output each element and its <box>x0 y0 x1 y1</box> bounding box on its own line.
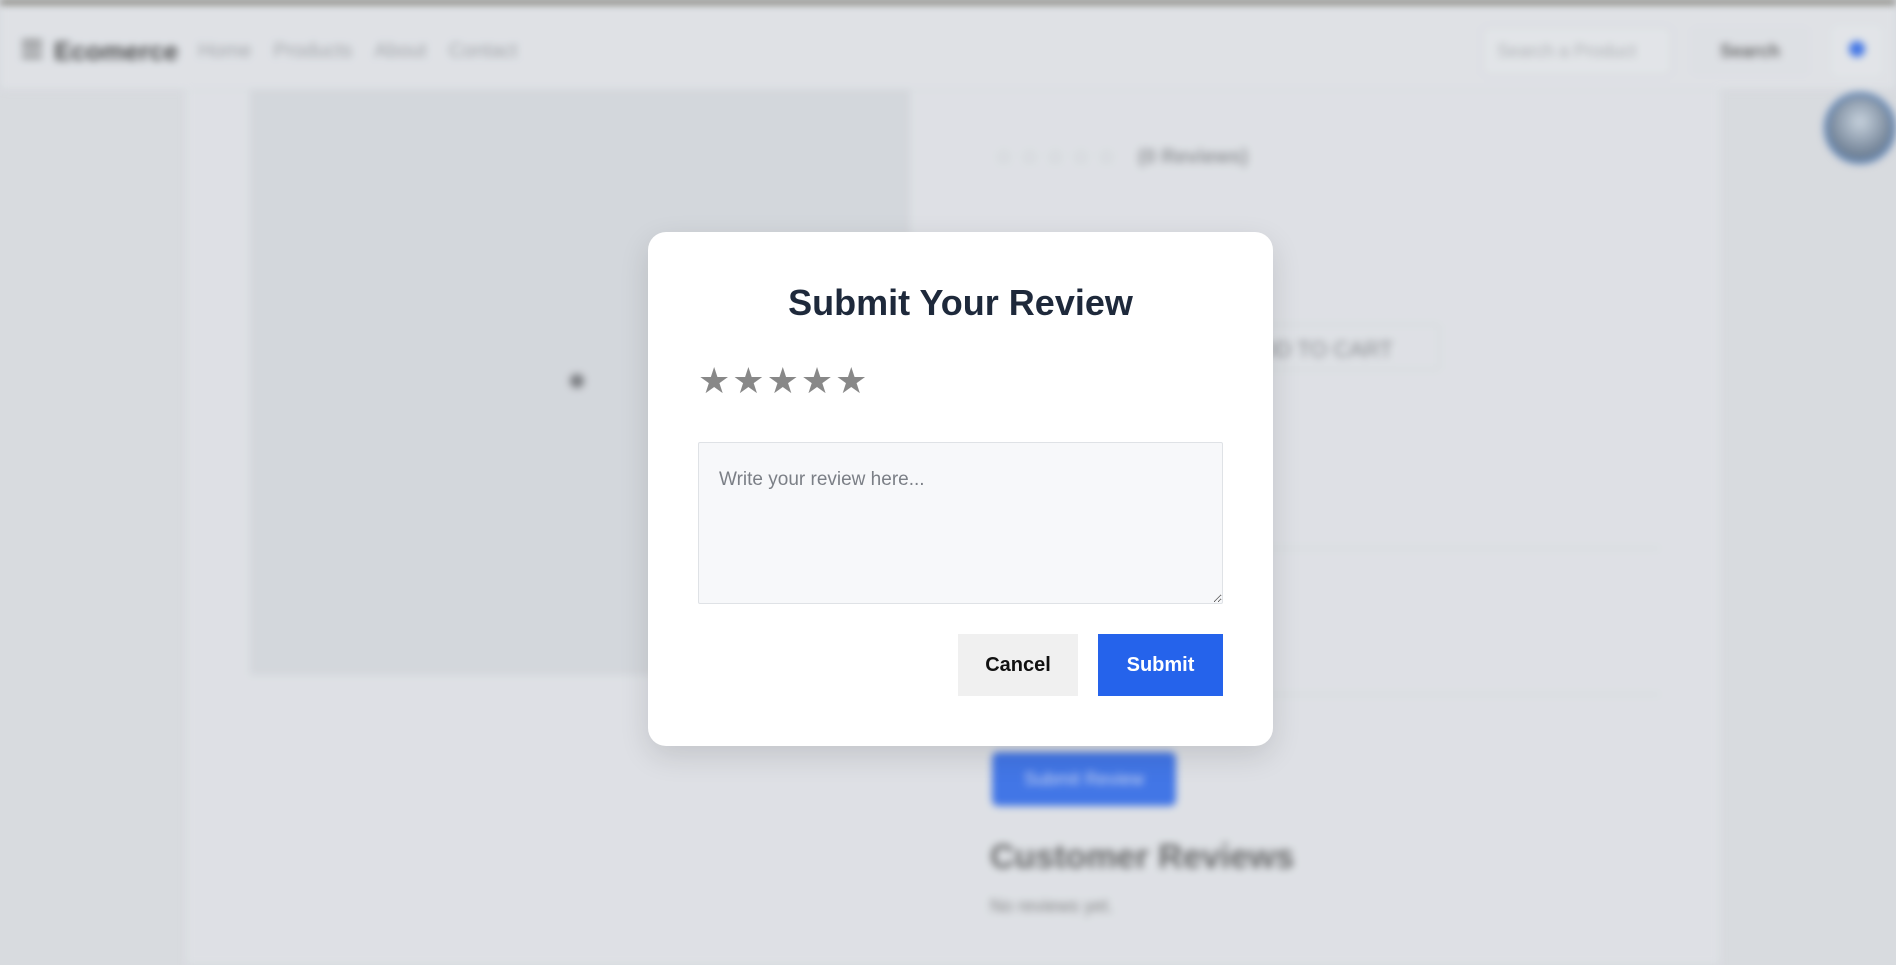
star-icon[interactable]: ★ <box>835 364 867 400</box>
review-textarea[interactable] <box>698 442 1223 604</box>
review-modal: Submit Your Review ★ ★ ★ ★ ★ Cancel Subm… <box>648 232 1273 746</box>
rating-input: ★ ★ ★ ★ ★ <box>698 364 867 400</box>
star-icon[interactable]: ★ <box>698 364 730 400</box>
cancel-button[interactable]: Cancel <box>958 634 1078 696</box>
submit-button[interactable]: Submit <box>1098 634 1223 696</box>
star-icon[interactable]: ★ <box>767 364 799 400</box>
star-icon[interactable]: ★ <box>801 364 833 400</box>
star-icon[interactable]: ★ <box>732 364 764 400</box>
modal-title: Submit Your Review <box>788 282 1133 323</box>
